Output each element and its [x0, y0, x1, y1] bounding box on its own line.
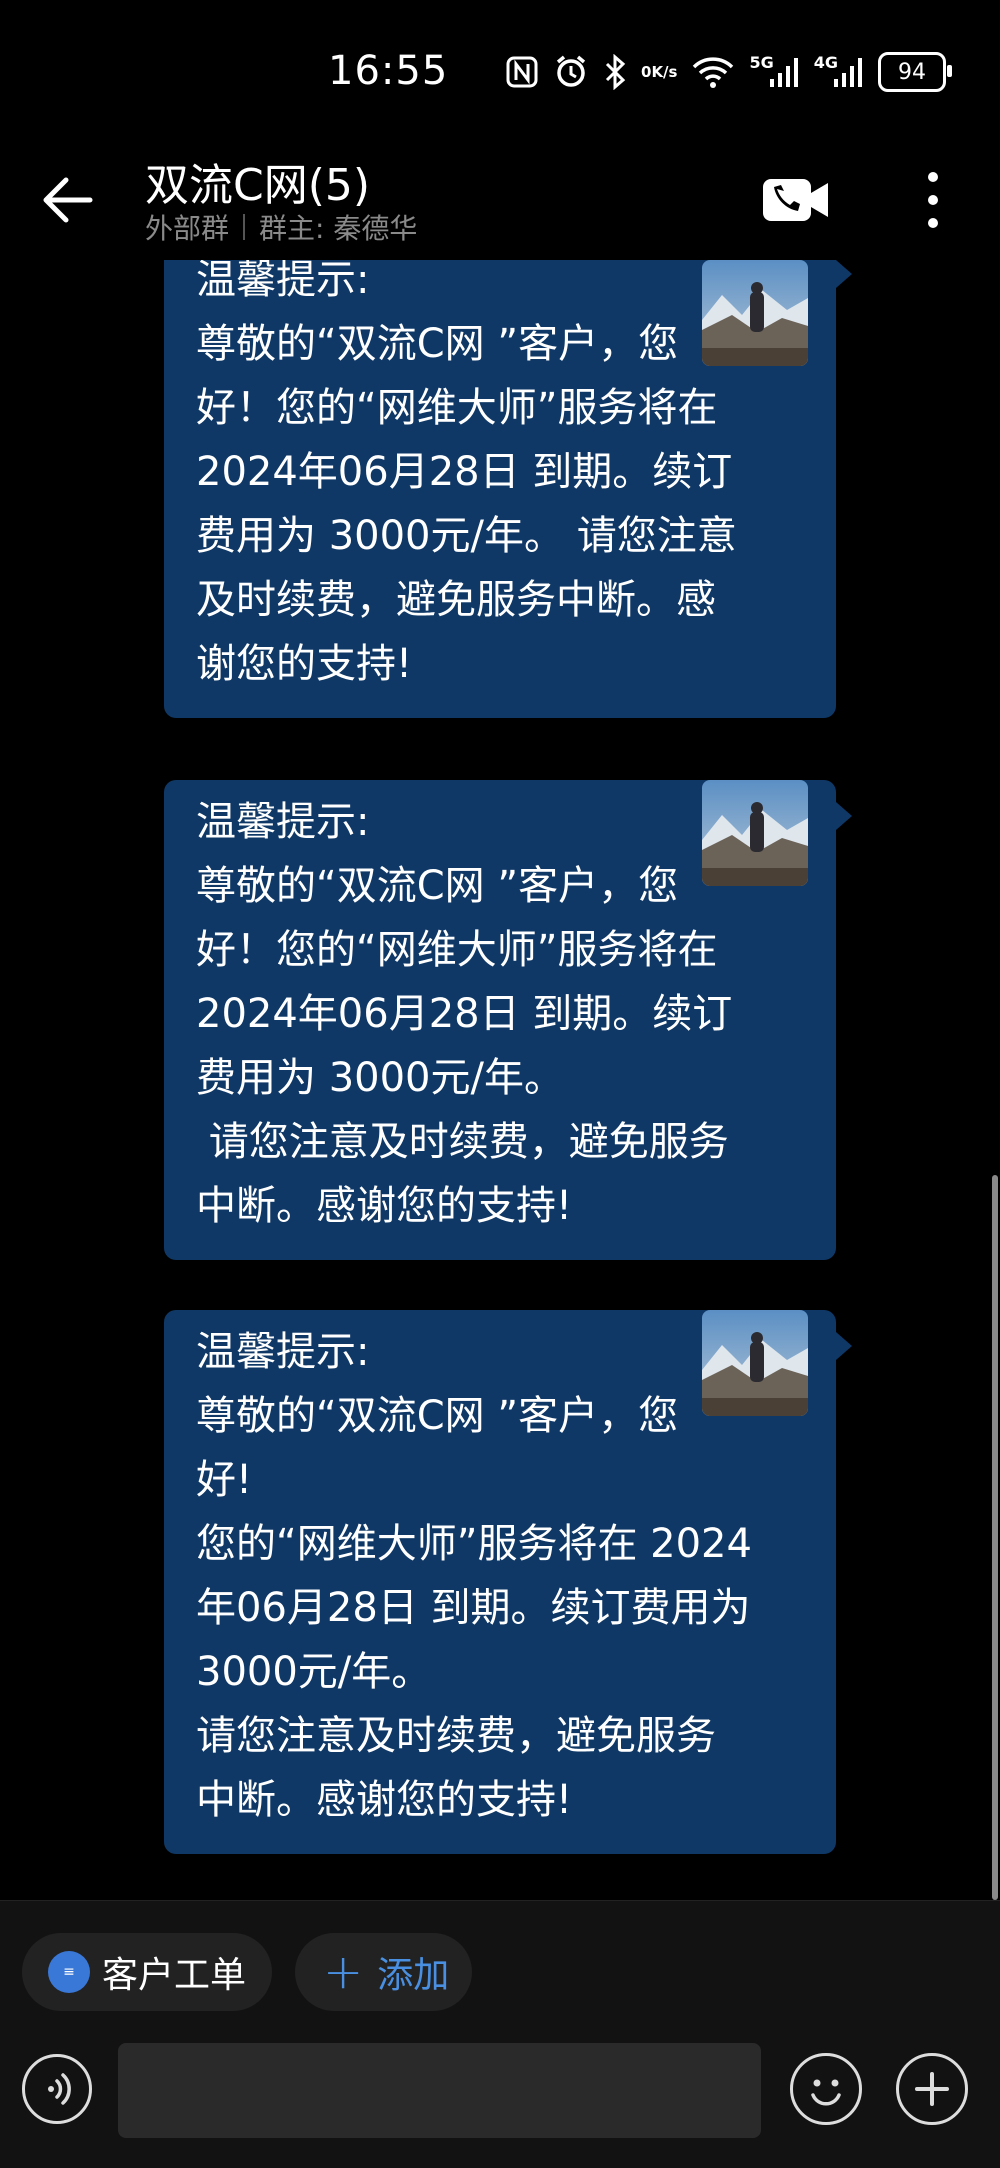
battery-level: 94 [898, 59, 926, 85]
network-speed-unit: K/s [651, 63, 678, 81]
chat-subtitle: 外部群 群主: 秦德华 [145, 207, 417, 247]
emoji-button[interactable] [790, 2053, 862, 2125]
plus-icon [915, 2072, 949, 2106]
scrollbar[interactable] [992, 1175, 998, 1900]
battery-indicator: 94 [878, 52, 952, 92]
subtitle-divider [243, 214, 246, 240]
avatar-image [702, 1310, 808, 1416]
add-button[interactable]: + 添加 [295, 1933, 472, 2011]
input-panel: ≡ 客户工单 + 添加 [0, 1900, 1000, 2168]
voice-wave-icon [48, 2073, 71, 2105]
nfc-icon [505, 55, 539, 89]
avatar[interactable] [702, 780, 808, 886]
customer-ticket-button[interactable]: ≡ 客户工单 [22, 1933, 272, 2011]
arrow-left-icon [43, 177, 93, 223]
voice-input-button[interactable] [22, 2054, 92, 2124]
video-call-button[interactable] [762, 175, 830, 225]
smiley-icon [811, 2079, 841, 2106]
more-functions-button[interactable] [896, 2053, 968, 2125]
alarm-icon [553, 54, 589, 90]
message-input[interactable] [118, 2043, 761, 2138]
wifi-icon [691, 54, 735, 90]
signal-4g: 4G [813, 52, 864, 89]
status-time: 16:55 [328, 48, 449, 94]
network-speed-value: 0 [641, 63, 652, 81]
signal-5g-label: 5G [749, 52, 774, 72]
plus-icon: + [323, 1944, 364, 2000]
avatar[interactable] [702, 260, 808, 366]
more-vertical-icon [928, 172, 938, 228]
phone-video-icon [763, 179, 828, 221]
back-button[interactable] [38, 170, 98, 230]
message-list[interactable]: 温馨提示: 尊敬的“双流C网 ”客户，您 好！您的“网维大师”服务将在 2024… [0, 260, 1000, 1900]
group-owner-label: 群主: 秦德华 [259, 212, 418, 245]
ticket-app-icon: ≡ [48, 1951, 90, 1993]
chat-header: 双流C网(5) 外部群 群主: 秦德华 [0, 145, 1000, 260]
signal-4g-label: 4G [813, 52, 838, 72]
avatar[interactable] [702, 1310, 808, 1416]
avatar-image [702, 260, 808, 366]
customer-ticket-label: 客户工单 [102, 1955, 247, 1996]
bluetooth-icon [603, 54, 627, 90]
more-options-button[interactable] [915, 165, 951, 235]
signal-5g: 5G [749, 52, 799, 89]
add-label: 添加 [377, 1955, 450, 1996]
status-icons: 0 K/s 5G 4G 94 [505, 48, 952, 96]
avatar-image [702, 780, 808, 886]
network-speed: 0 K/s [641, 64, 677, 80]
chat-title: 双流C网(5) [145, 160, 371, 211]
group-type-label: 外部群 [145, 212, 230, 245]
status-bar: 16:55 0 K/s 5G 4G 94 [0, 0, 1000, 145]
